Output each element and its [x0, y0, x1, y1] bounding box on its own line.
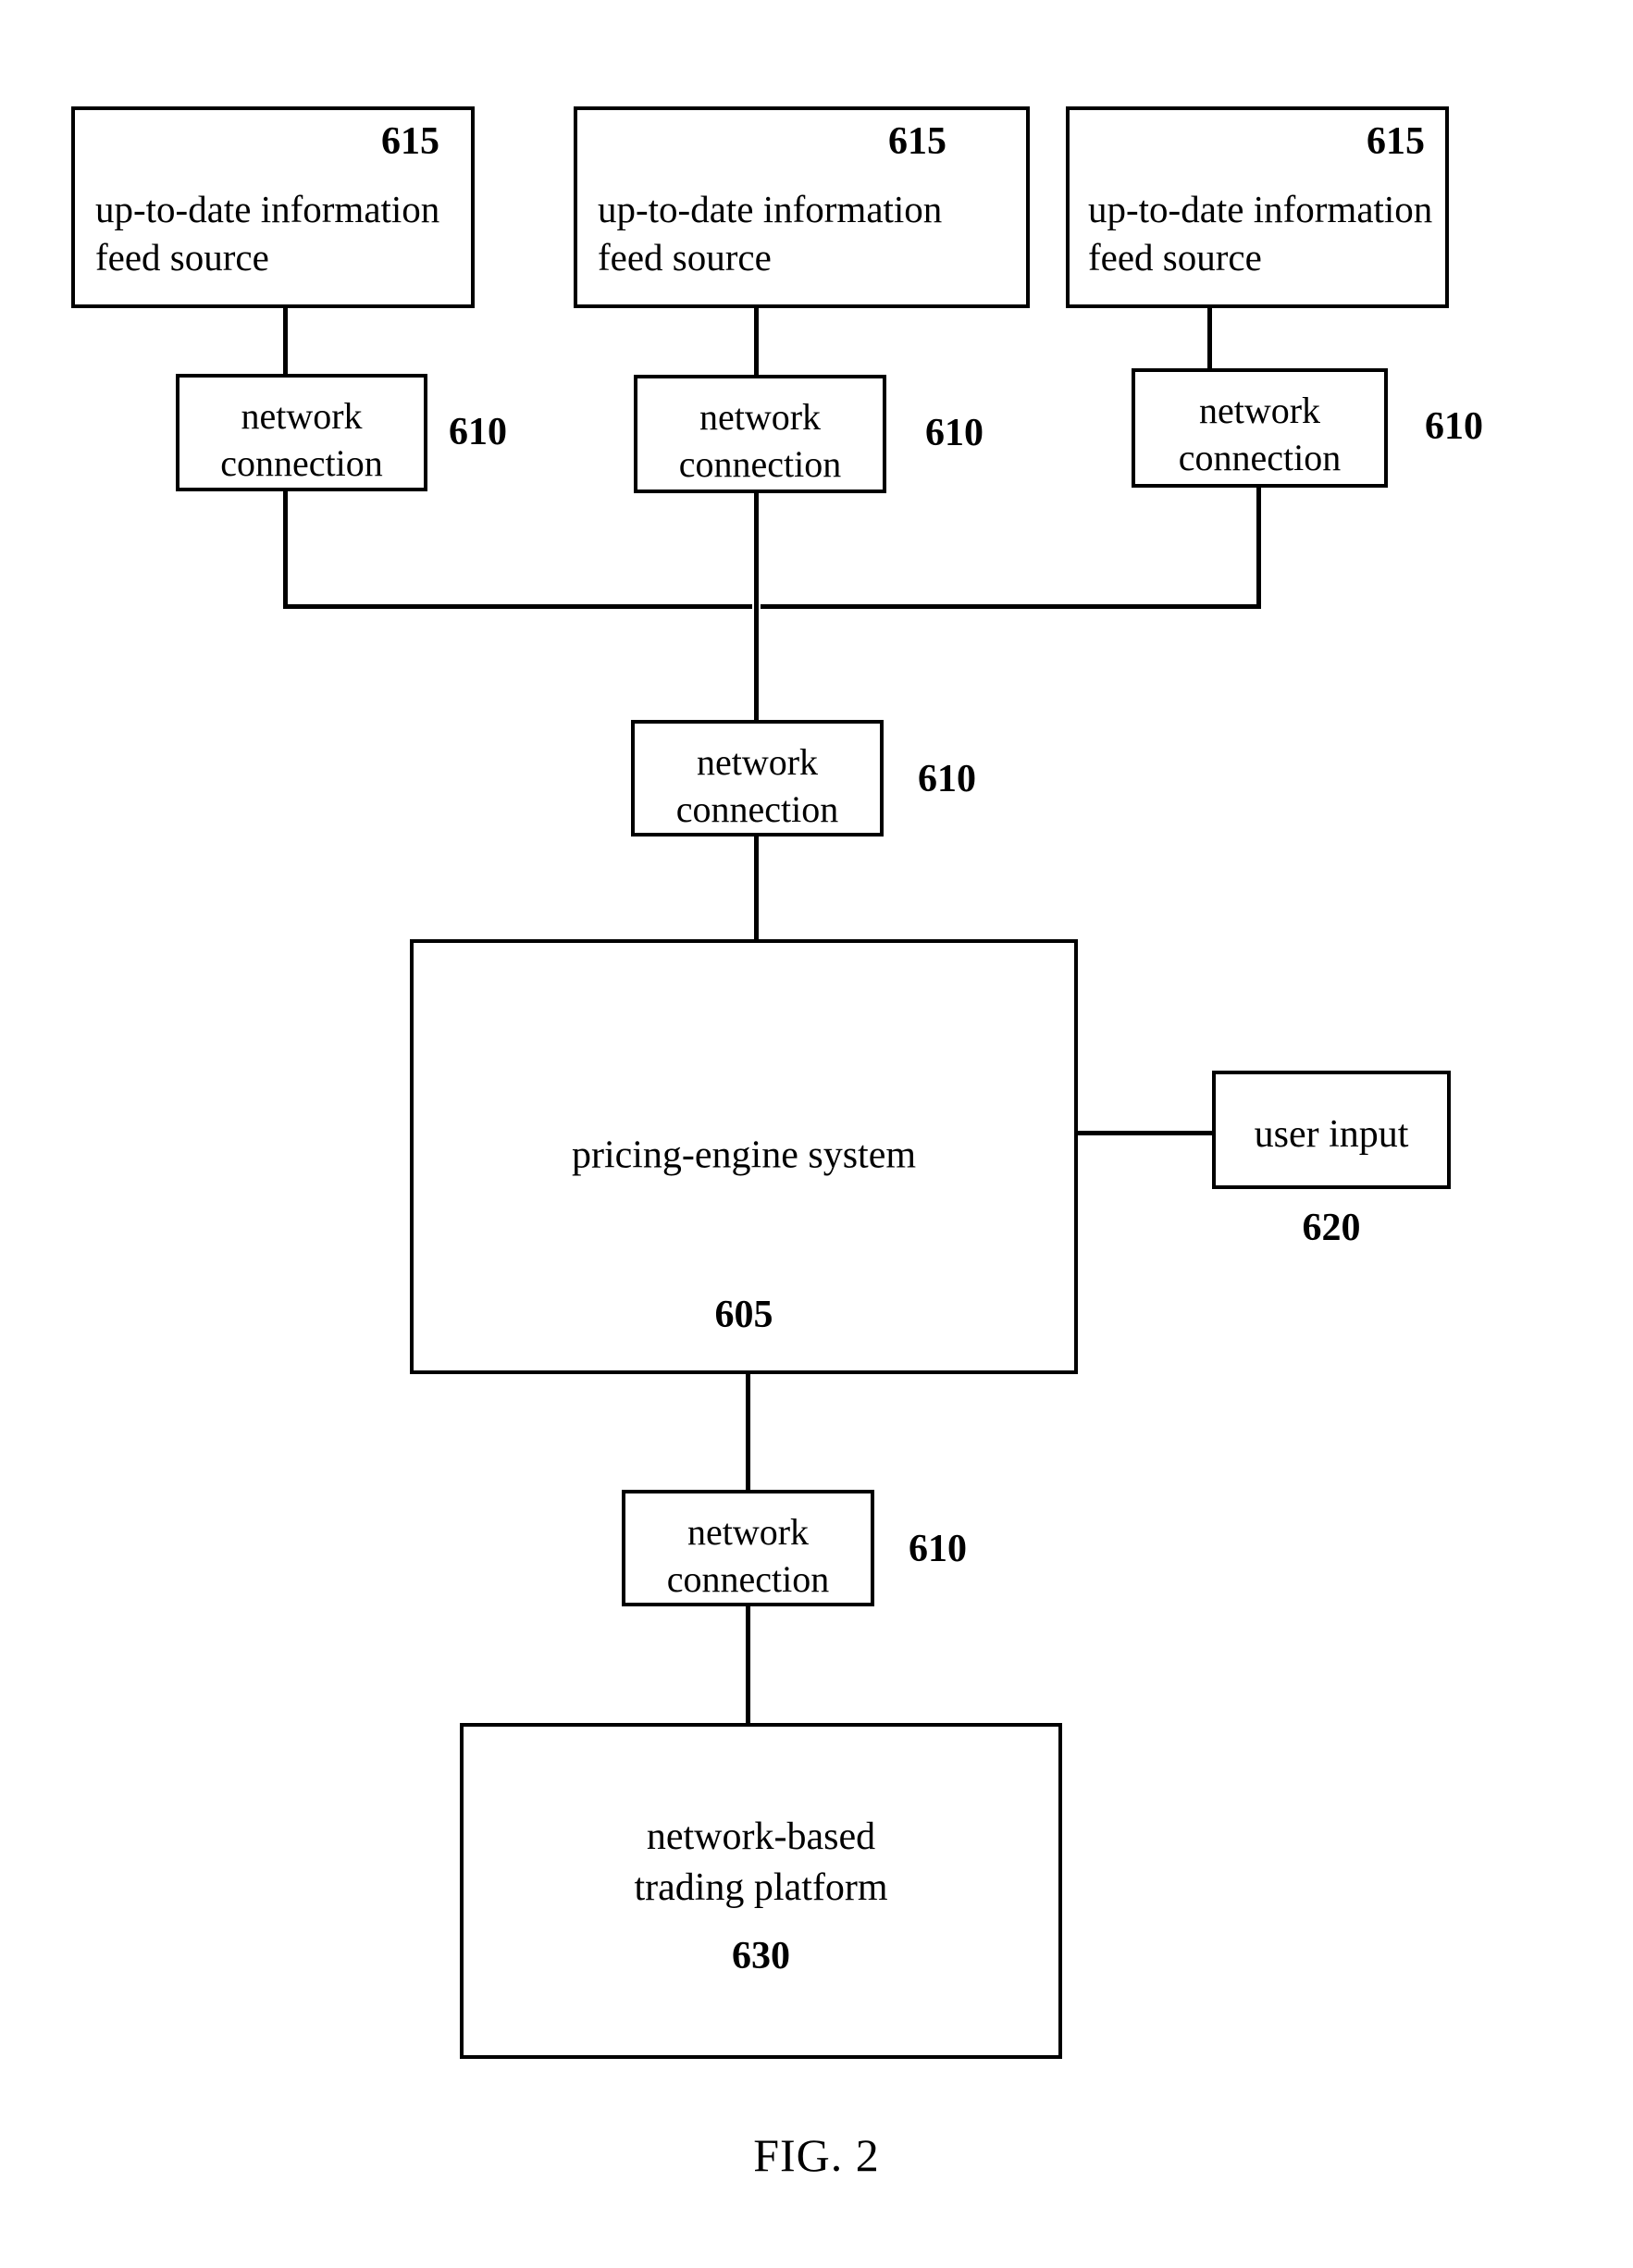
user-input-box: user input [1212, 1071, 1451, 1189]
feed-source-line1-1: up-to-date information [95, 188, 440, 230]
connector-pricing-engine-to-bottom-net [746, 1372, 750, 1493]
figure-caption: FIG. 2 [0, 2128, 1633, 2182]
trading-platform-line1: network-based [646, 1816, 876, 1858]
trading-platform-title: network-based trading platform [464, 1812, 1058, 1913]
user-input-title-text: user input [1254, 1113, 1409, 1156]
connector-feed2-to-net2 [754, 308, 759, 376]
network-connection-box-3: network connection [1132, 368, 1388, 488]
feed-source-line1-3: up-to-date information [1088, 188, 1433, 230]
feed-source-label-3: up-to-date information feed source [1088, 186, 1432, 281]
feed-source-line2-2: feed source [598, 235, 772, 279]
ref-numeral-610-1: 610 [449, 411, 507, 453]
trading-platform-box: network-based trading platform 630 [460, 1723, 1062, 2059]
network-connection-line2-bottom: connection [666, 1558, 830, 1601]
connector-feed1-to-net1 [283, 308, 288, 376]
network-connection-box-1: network connection [176, 374, 427, 491]
connector-pricing-engine-to-user-input [1076, 1131, 1215, 1135]
dropline-net1-to-bus [283, 491, 288, 608]
feed-source-label-2: up-to-date information feed source [598, 186, 942, 281]
network-connection-label-bottom: network connection [625, 1508, 871, 1603]
connector-feed3-to-net3 [1207, 308, 1212, 369]
network-connection-line1-bottom: network [687, 1511, 810, 1553]
ref-numeral-605: 605 [714, 1294, 773, 1336]
network-connection-box-bottom: network connection [622, 1490, 874, 1606]
network-connection-line2-2: connection [678, 443, 842, 486]
trading-platform-line2: trading platform [634, 1865, 888, 1909]
network-connection-label-central: network connection [635, 738, 880, 833]
connector-bus-to-central-net [754, 574, 759, 722]
ref-numeral-615-3: 615 [1367, 120, 1425, 163]
feed-source-box-1: 615 up-to-date information feed source [71, 106, 475, 308]
user-input-title: user input [1216, 1109, 1447, 1160]
pricing-engine-title-text: pricing-engine system [571, 1134, 917, 1177]
pricing-engine-title: pricing-engine system [414, 1130, 1074, 1181]
patent-figure-2: 615 up-to-date information feed source 61… [0, 0, 1633, 2268]
pricing-engine-box: pricing-engine system 605 [410, 939, 1078, 1374]
network-connection-line1-1: network [241, 395, 363, 437]
network-connection-line1-3: network [1198, 390, 1321, 431]
network-connection-line1-central: network [696, 741, 819, 783]
network-connection-line1-2: network [699, 396, 822, 438]
network-connection-label-3: network connection [1135, 387, 1384, 481]
feed-source-line1-2: up-to-date information [598, 188, 943, 230]
ref-numeral-615-1: 615 [381, 120, 439, 163]
feed-source-line2-1: feed source [95, 235, 269, 279]
bus-line-left [283, 604, 752, 609]
network-connection-line2-3: connection [1178, 437, 1342, 479]
ref-numeral-610-3: 610 [1425, 405, 1483, 448]
network-connection-label-1: network connection [179, 392, 424, 487]
feed-source-line2-3: feed source [1088, 235, 1262, 279]
ref-numeral-610-bottom: 610 [909, 1528, 967, 1570]
connector-central-net-to-pricing-engine [754, 837, 759, 943]
feed-source-label-1: up-to-date information feed source [95, 186, 439, 281]
feed-source-box-2: 615 up-to-date information feed source [574, 106, 1030, 308]
ref-numeral-610-2: 610 [925, 412, 984, 454]
network-connection-line2-1: connection [220, 442, 383, 485]
ref-numeral-610-central: 610 [918, 758, 976, 800]
ref-numeral-615-2: 615 [888, 120, 946, 163]
feed-source-box-3: 615 up-to-date information feed source [1066, 106, 1449, 308]
bus-line-right [761, 604, 1261, 609]
ref-numeral-630: 630 [732, 1935, 790, 1977]
connector-bottom-net-to-trading-platform [746, 1606, 750, 1727]
figure-caption-text: FIG. 2 [753, 2129, 880, 2181]
network-connection-box-2: network connection [634, 375, 886, 493]
network-connection-label-2: network connection [637, 393, 883, 488]
ref-numeral-620: 620 [1302, 1207, 1361, 1249]
dropline-net3-to-bus [1256, 488, 1261, 608]
network-connection-line2-central: connection [675, 788, 839, 831]
network-connection-box-central: network connection [631, 720, 884, 837]
